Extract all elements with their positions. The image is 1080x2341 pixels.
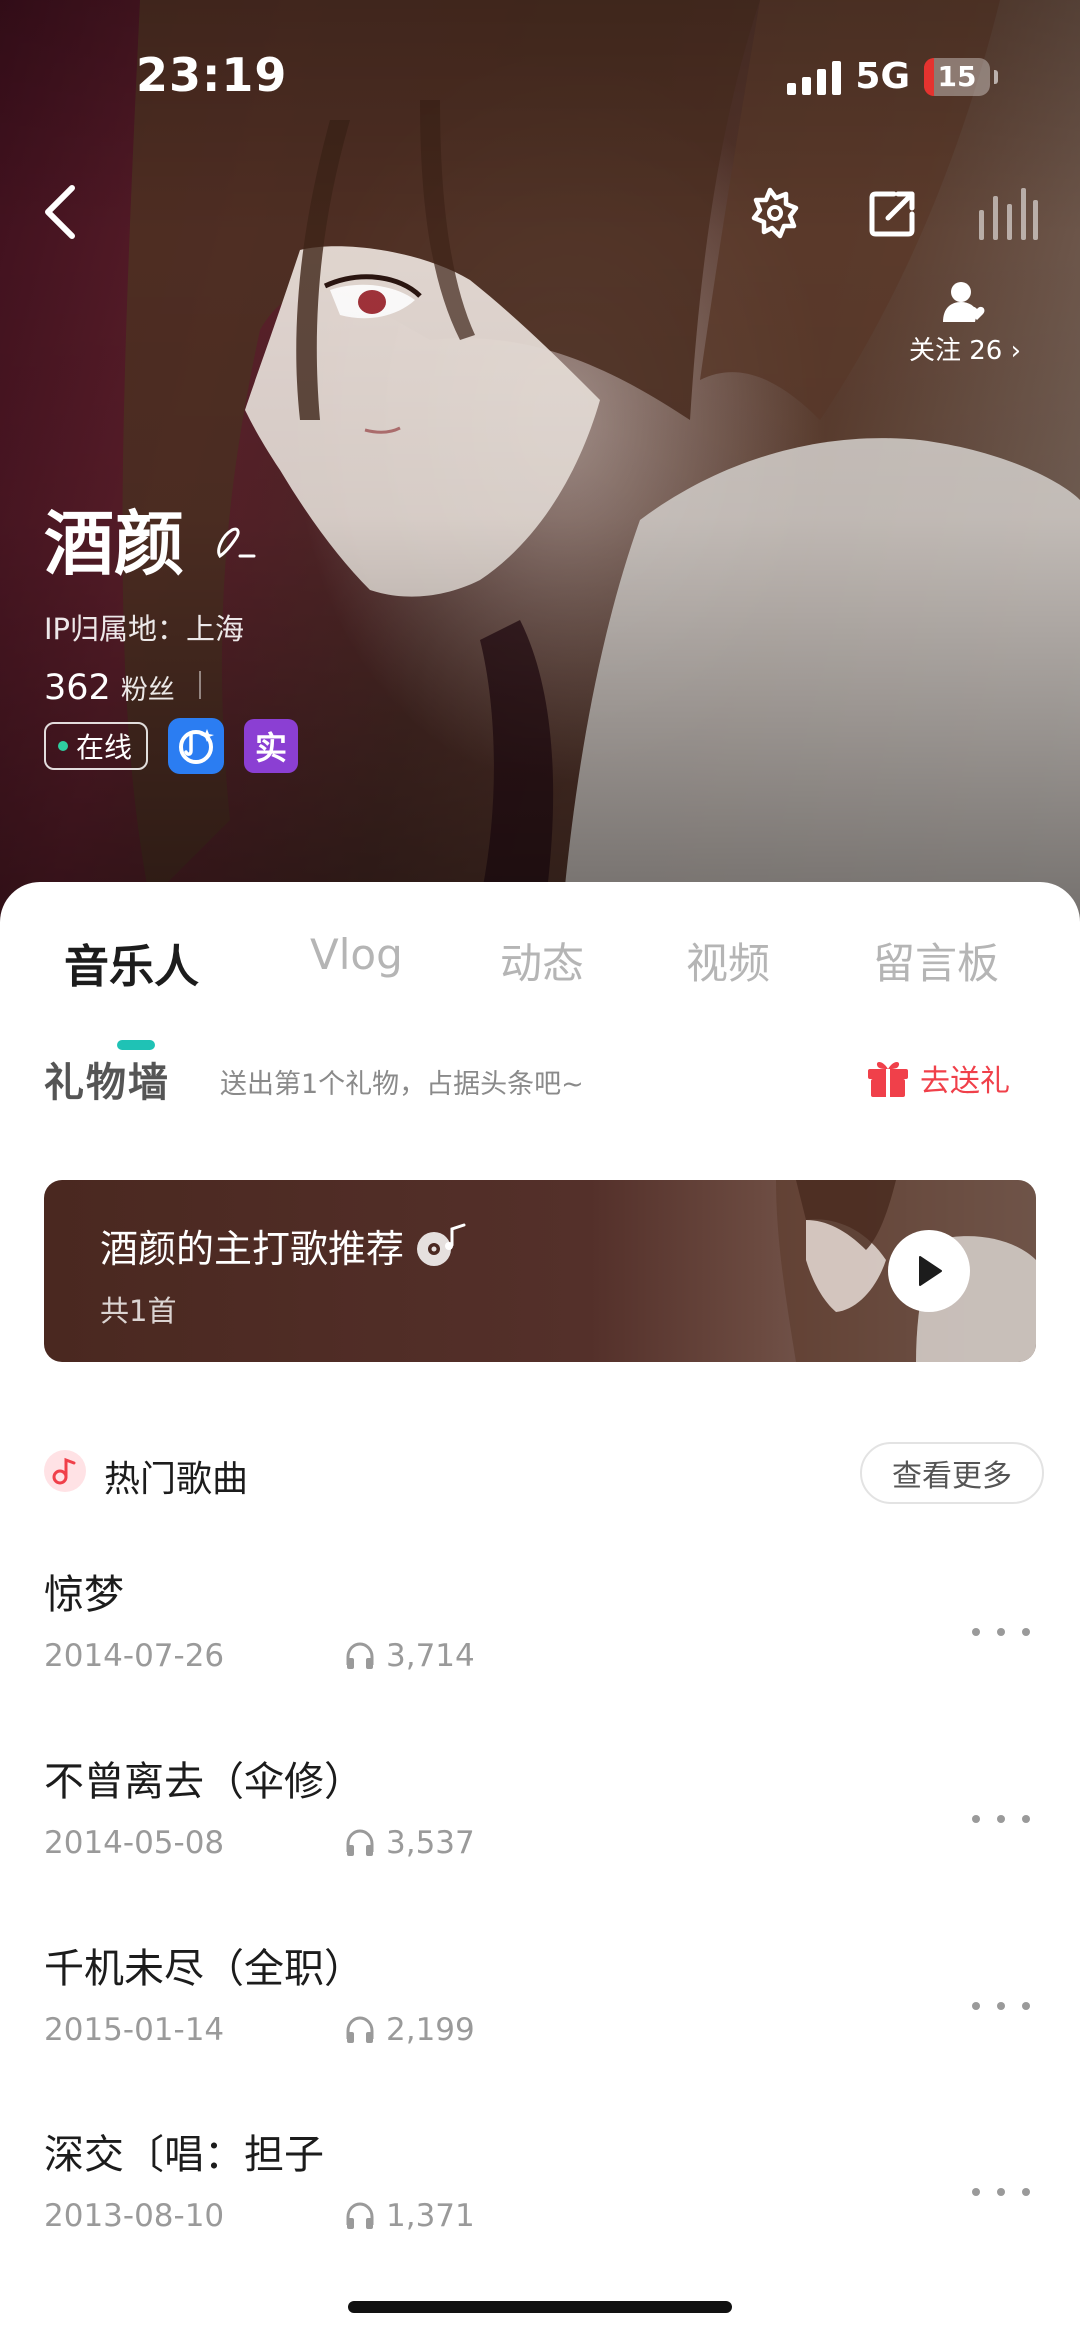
play-icon: [919, 1256, 942, 1286]
song-title: 深交〔唱：担子: [44, 2132, 324, 2178]
network-label: 5G: [855, 56, 910, 97]
following-link[interactable]: 关注 26 ›: [890, 280, 1040, 367]
featured-playlist-count: 共1首: [100, 1294, 177, 1328]
artist-page: 23:19 5G 15 关注 26 › 酒颜 IP归属地：上海 362 粉丝 在…: [0, 0, 1080, 2341]
featured-playlist-title-row: 酒颜的主打歌推荐: [100, 1218, 470, 1273]
headphones-icon: [346, 2202, 374, 2229]
online-badge: 在线: [44, 722, 149, 770]
battery-level: 15: [937, 60, 977, 93]
badge-icon: [751, 187, 799, 239]
song-play-count: 3,537: [386, 1825, 475, 1861]
hero-banner: 23:19 5G 15 关注 26 › 酒颜 IP归属地：上海 362 粉丝 在…: [0, 0, 1080, 940]
tab-moments[interactable]: 动态: [500, 930, 584, 991]
back-icon: [45, 185, 75, 239]
tab-bar: 音乐人 Vlog 动态 视频 留言板: [0, 930, 1080, 1050]
song-plays: 3,714: [344, 1638, 475, 1674]
more-options-icon[interactable]: [966, 1612, 1036, 1652]
song-date: 2013-08-10: [44, 2198, 225, 2234]
headphones-icon: [346, 1829, 374, 1856]
fans-label: 粉丝: [120, 675, 175, 706]
battery-icon: 15: [924, 57, 998, 96]
back-button[interactable]: [30, 180, 90, 244]
status-time: 23:19: [136, 48, 288, 102]
share-icon: [869, 191, 915, 237]
song-play-count: 1,371: [386, 2198, 475, 2234]
hero-shade: [0, 0, 1080, 940]
headphones-icon: [346, 2016, 374, 2043]
fans-divider: [198, 671, 201, 699]
more-options-icon[interactable]: [966, 1799, 1036, 1839]
song-title: 千机未尽（全职）: [44, 1946, 364, 1992]
gift-icon: [868, 1062, 908, 1097]
home-indicator[interactable]: [348, 2301, 732, 2313]
musician-badge-icon: [179, 729, 215, 764]
view-more-button[interactable]: 查看更多: [860, 1442, 1044, 1504]
song-date: 2014-05-08: [44, 1825, 225, 1861]
tab-message-board[interactable]: 留言板: [873, 930, 999, 991]
featured-playlist-title: 酒颜的主打歌推荐: [100, 1227, 405, 1271]
tab-videos[interactable]: 视频: [686, 930, 770, 991]
song-date: 2015-01-14: [44, 2012, 225, 2048]
send-gift-button[interactable]: 去送礼: [866, 1056, 1010, 1100]
edit-signature-icon[interactable]: [212, 522, 256, 566]
song-row[interactable]: 不曾离去（伞修） 2014-05-08 3,537: [0, 1749, 1080, 1919]
equalizer-button[interactable]: [972, 182, 1042, 246]
share-button[interactable]: [860, 182, 924, 246]
song-row[interactable]: 惊梦 2014-07-26 3,714: [0, 1562, 1080, 1732]
tab-vlog[interactable]: Vlog: [310, 930, 403, 979]
send-gift-label: 去送礼: [920, 1064, 1010, 1099]
more-options-icon[interactable]: [966, 2172, 1036, 2212]
hot-songs-icon: [44, 1450, 86, 1492]
song-play-count: 3,714: [386, 1638, 475, 1674]
song-date: 2014-07-26: [44, 1638, 225, 1674]
online-label: 在线: [76, 731, 133, 764]
tab-musician[interactable]: 音乐人: [64, 930, 199, 995]
song-plays: 1,371: [344, 2198, 475, 2234]
song-title: 不曾离去（伞修）: [44, 1759, 364, 1805]
badge-button[interactable]: [744, 182, 808, 246]
song-plays: 2,199: [344, 2012, 475, 2048]
musician-badge[interactable]: [168, 718, 225, 774]
song-plays: 3,537: [344, 1825, 475, 1861]
fans-row[interactable]: 362 粉丝: [44, 668, 201, 708]
follow-user-icon: [943, 282, 985, 322]
profile-badges: 在线 实: [44, 718, 299, 774]
equalizer-icon: [979, 188, 1038, 240]
artist-name-row: 酒颜: [44, 488, 256, 589]
status-indicators: 5G 15: [787, 56, 998, 97]
play-button[interactable]: [888, 1230, 970, 1312]
vinyl-note-icon: [417, 1223, 466, 1266]
following-count: 关注 26 ›: [908, 336, 1021, 366]
song-row[interactable]: 深交〔唱：担子 2013-08-10 1,371: [0, 2122, 1080, 2292]
headphones-icon: [346, 1642, 374, 1669]
song-play-count: 2,199: [386, 2012, 475, 2048]
featured-playlist-card[interactable]: 酒颜的主打歌推荐 共1首: [44, 1180, 1036, 1362]
fans-count: 362: [44, 668, 111, 708]
online-dot-icon: [58, 741, 68, 751]
song-row[interactable]: 千机未尽（全职） 2015-01-14 2,199: [0, 1936, 1080, 2106]
ip-location: IP归属地：上海: [44, 612, 245, 646]
gift-wall-hint: 送出第1个礼物，占据头条吧~: [220, 1069, 584, 1100]
featured-playlist-artwork: [776, 1180, 1036, 1362]
artist-name: 酒颜: [44, 503, 184, 585]
battery-cap: [994, 69, 998, 84]
song-title: 惊梦: [44, 1572, 124, 1618]
hot-songs-header: 热门歌曲 查看更多: [0, 1442, 1080, 1522]
real-name-badge[interactable]: 实: [244, 719, 299, 773]
signal-icon: [787, 59, 842, 95]
more-options-icon[interactable]: [966, 1986, 1036, 2026]
music-note-icon: [52, 1457, 76, 1485]
hot-songs-title: 热门歌曲: [104, 1459, 249, 1500]
content-card: 音乐人 Vlog 动态 视频 留言板 礼物墙 送出第1个礼物，占据头条吧~ 去送…: [0, 882, 1080, 2341]
gift-wall-title: 礼物墙: [44, 1060, 170, 1106]
gift-wall: 礼物墙 送出第1个礼物，占据头条吧~ 去送礼: [0, 1042, 1080, 1112]
